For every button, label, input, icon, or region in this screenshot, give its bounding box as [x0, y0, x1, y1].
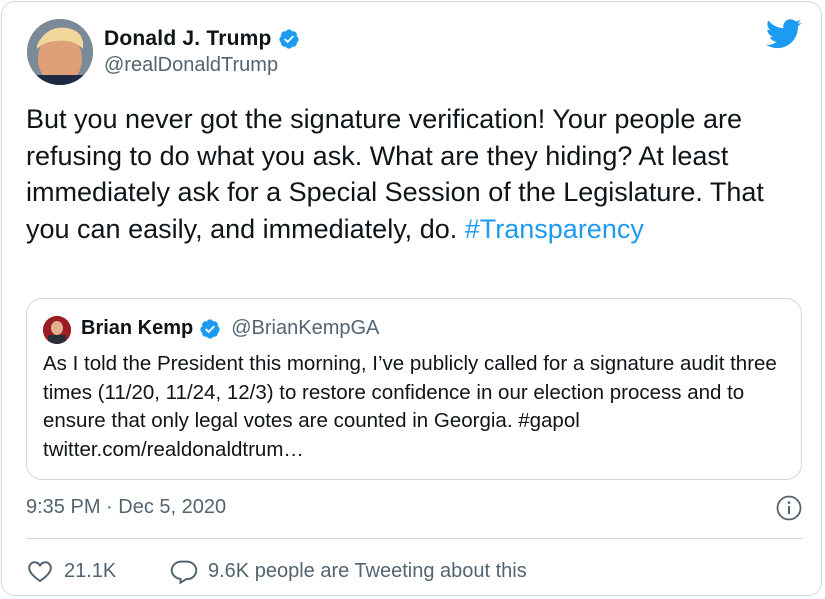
author-display-name[interactable]: Donald J. Trump	[104, 27, 272, 51]
info-icon[interactable]	[776, 495, 802, 521]
author-handle[interactable]: @realDonaldTrump	[104, 54, 278, 77]
author-name-row[interactable]: Donald J. Trump	[104, 27, 300, 51]
quoted-display-name[interactable]: Brian Kemp	[81, 317, 193, 340]
quoted-tweet-text: As I told the President this morning, I’…	[43, 352, 777, 461]
hashtag-link[interactable]: #Transparency	[465, 214, 644, 244]
speech-bubble-icon	[170, 560, 198, 585]
avatar-photo	[27, 19, 93, 85]
author-avatar[interactable]	[27, 19, 93, 85]
like-button[interactable]: 21.1K	[26, 557, 116, 585]
quoted-avatar-photo	[43, 316, 71, 344]
heart-icon	[28, 561, 52, 583]
like-count: 21.1K	[64, 559, 117, 582]
tweet-text: But you never got the signature verifica…	[26, 104, 764, 244]
divider	[26, 538, 802, 539]
quoted-author-row[interactable]: Brian Kemp @BrianKempGA	[81, 317, 379, 340]
tweet-body: But you never got the signature verifica…	[26, 101, 806, 247]
quoted-handle[interactable]: @BrianKempGA	[231, 317, 379, 340]
verified-badge-icon	[200, 318, 220, 339]
conversation-text: 9.6K people are Tweeting about this	[208, 559, 527, 582]
tweet-timestamp[interactable]: 9:35 PM · Dec 5, 2020	[26, 496, 226, 519]
twitter-bird-icon[interactable]	[766, 19, 802, 49]
conversation-link[interactable]: 9.6K people are Tweeting about this	[170, 557, 527, 585]
quoted-tweet[interactable]: Brian Kemp @BrianKempGA As I told the Pr…	[26, 298, 802, 480]
verified-badge-icon	[278, 29, 299, 49]
tweet-card[interactable]: Donald J. Trump @realDonaldTrump But you…	[1, 1, 822, 596]
quoted-author-avatar[interactable]	[43, 316, 71, 344]
